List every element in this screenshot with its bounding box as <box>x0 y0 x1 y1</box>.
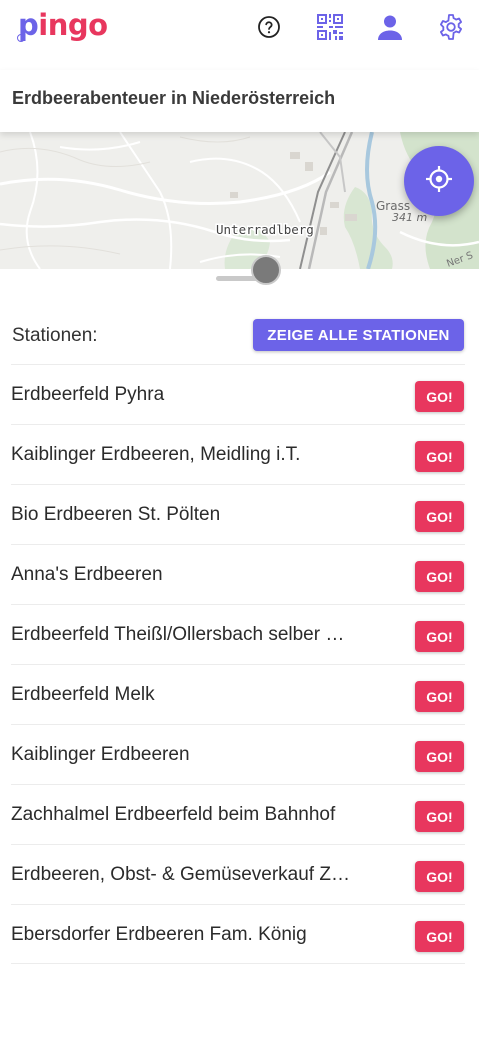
qr-code-icon[interactable] <box>315 12 345 42</box>
app-header: pingo <box>0 0 479 56</box>
go-button[interactable]: GO! <box>415 801 464 832</box>
station-name: Erdbeerfeld Theißl/Ollersbach selber … <box>11 624 345 645</box>
station-name: Kaiblinger Erdbeeren, Meidling i.T. <box>11 444 301 465</box>
station-name: Zachhalmel Erdbeerfeld beim Bahnhof <box>11 804 336 825</box>
go-button[interactable]: GO! <box>415 921 464 952</box>
station-list: Erdbeerfeld Pyhra GO! Kaiblinger Erdbeeren… <box>11 364 465 964</box>
go-button[interactable]: GO! <box>415 381 464 412</box>
page-title-bar: Erdbeerabenteuer in Niederösterreich <box>0 70 479 132</box>
map-resize-handle[interactable] <box>251 255 281 285</box>
crosshair-icon <box>424 164 454 199</box>
station-row[interactable]: Erdbeerfeld Melk GO! <box>11 664 465 724</box>
map-label-unterradlberg: Unterradlberg <box>216 222 314 237</box>
go-button[interactable]: GO! <box>415 681 464 712</box>
go-button[interactable]: GO! <box>415 441 464 472</box>
station-row[interactable]: Ebersdorfer Erdbeeren Fam. König GO! <box>11 904 465 964</box>
settings-icon[interactable] <box>436 12 466 42</box>
go-button[interactable]: GO! <box>415 561 464 592</box>
show-all-stations-button[interactable]: ZEIGE ALLE STATIONEN <box>253 319 464 351</box>
station-name: Erdbeerfeld Melk <box>11 684 155 705</box>
station-name: Ebersdorfer Erdbeeren Fam. König <box>11 924 307 945</box>
page-title: Erdbeerabenteuer in Niederösterreich <box>12 88 336 108</box>
go-button[interactable]: GO! <box>415 861 464 892</box>
station-row[interactable]: Erdbeeren, Obst- & Gemüseverkauf Z… GO! <box>11 844 465 904</box>
stations-label: Stationen: <box>12 325 98 346</box>
app-logo[interactable]: pingo <box>18 5 108 45</box>
map-label-elevation: 341 m <box>392 211 427 224</box>
station-row[interactable]: Kaiblinger Erdbeeren GO! <box>11 724 465 784</box>
station-row[interactable]: Anna's Erdbeeren GO! <box>11 544 465 604</box>
help-icon[interactable] <box>254 12 284 42</box>
go-button[interactable]: GO! <box>415 621 464 652</box>
go-button[interactable]: GO! <box>415 741 464 772</box>
station-row[interactable]: Zachhalmel Erdbeerfeld beim Bahnhof GO! <box>11 784 465 844</box>
stations-header: Stationen: ZEIGE ALLE STATIONEN <box>0 306 479 364</box>
station-name: Anna's Erdbeeren <box>11 564 163 585</box>
user-icon[interactable] <box>375 12 405 42</box>
station-name: Kaiblinger Erdbeeren <box>11 744 190 765</box>
station-row[interactable]: Erdbeerfeld Theißl/Ollersbach selber … GO… <box>11 604 465 664</box>
logo-location-dot-icon <box>17 34 25 42</box>
map-view[interactable]: Unterradlberg Grass 341 m Ner S <box>0 132 479 269</box>
station-name: Erdbeerfeld Pyhra <box>11 384 165 405</box>
station-name: Bio Erdbeeren St. Pölten <box>11 504 221 525</box>
go-button[interactable]: GO! <box>415 501 464 532</box>
station-name: Erdbeeren, Obst- & Gemüseverkauf Z… <box>11 864 350 885</box>
station-row[interactable]: Erdbeerfeld Pyhra GO! <box>11 364 465 424</box>
station-row[interactable]: Kaiblinger Erdbeeren, Meidling i.T. GO! <box>11 424 465 484</box>
station-row[interactable]: Bio Erdbeeren St. Pölten GO! <box>11 484 465 544</box>
locate-me-button[interactable] <box>404 146 474 216</box>
